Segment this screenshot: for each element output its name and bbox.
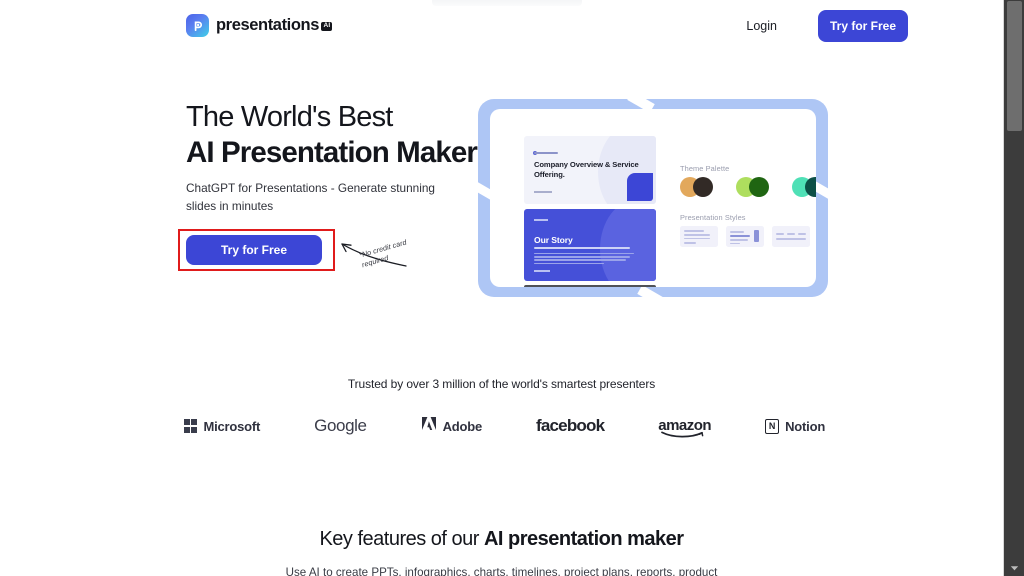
brand-google: Google: [314, 416, 367, 436]
brand-microsoft: Microsoft: [183, 418, 261, 434]
preview-slide-our-story: Our Story: [524, 209, 656, 281]
page-root: presentations AI Login Try for Free The W…: [0, 0, 1024, 576]
brand-adobe-label: Adobe: [442, 418, 483, 434]
slide1-tag-line: [534, 152, 558, 154]
microsoft-grid-icon: [183, 419, 198, 433]
hero-title-line2: AI Presentation Maker: [186, 136, 478, 169]
brand-notion-label: Notion: [785, 418, 826, 434]
theme-palette-swatches: [680, 177, 816, 197]
palette-pair-orange: [680, 177, 718, 197]
page-scrollbar[interactable]: [1003, 0, 1024, 576]
slide2-title: Our Story: [534, 235, 573, 245]
no-credit-card-note: *No credit card required: [358, 237, 408, 270]
scrollbar-down-arrow-icon[interactable]: [1010, 565, 1019, 571]
brand-logo-word: presentations: [216, 16, 319, 34]
slide1-footer-line: [534, 191, 552, 193]
brand-logo-row: Microsoft Google Adobe facebook amazon N…: [0, 416, 1003, 438]
brand-logo-text: presentations AI: [216, 16, 333, 35]
presentation-style-thumbnails: [680, 226, 810, 247]
facebook-wordmark-icon: facebook: [536, 416, 605, 435]
scrollbar-thumb[interactable]: [1007, 1, 1022, 131]
key-features-title: Key features of our AI presentation make…: [0, 528, 1003, 551]
brand-ai-badge: AI: [321, 21, 333, 31]
site-header: presentations AI Login Try for Free: [0, 0, 1003, 52]
brand-microsoft-label: Microsoft: [203, 418, 261, 434]
hero-subtitle: ChatGPT for Presentations - Generate stu…: [186, 181, 435, 214]
hero-title-line1: The World's Best: [186, 101, 393, 133]
brand-notion: N Notion: [765, 418, 826, 434]
google-wordmark-icon: Google: [314, 416, 367, 435]
hero-preview-frame: Company Overview & Service Offering. Our…: [478, 99, 828, 297]
theme-palette-label: Theme Palette: [680, 164, 730, 173]
slide2-lead-line: [534, 247, 630, 249]
key-features-title-strong: AI presentation maker: [483, 528, 684, 550]
slide2-tag-line: [534, 219, 548, 221]
brand-adobe: Adobe: [421, 416, 482, 436]
presentation-styles-label: Presentation Styles: [680, 213, 746, 222]
brand-amazon: amazon: [658, 417, 712, 438]
preview-slide-company-overview: Company Overview & Service Offering.: [524, 136, 656, 204]
slide2-footer-line: [534, 270, 550, 272]
adobe-a-icon: [421, 416, 437, 436]
nav-try-for-free-button[interactable]: Try for Free: [818, 10, 908, 42]
amazon-swoosh-icon: [661, 431, 704, 438]
trusted-headline: Trusted by over 3 million of the world's…: [347, 377, 656, 391]
browser-viewport: presentations AI Login Try for Free The W…: [0, 0, 1003, 576]
brand-logo[interactable]: presentations AI: [186, 14, 333, 37]
slide2-blob-shape: [600, 209, 656, 281]
style-thumbnail-3: [772, 226, 810, 247]
amazon-wordmark-icon: amazon: [658, 417, 712, 438]
palette-pair-teal: [792, 177, 816, 197]
slide1-title: Company Overview & Service Offering.: [534, 160, 639, 180]
notion-n-icon: N: [765, 418, 780, 434]
preview-slide-partial: [524, 285, 656, 287]
hero-preview-card: Company Overview & Service Offering. Our…: [490, 109, 816, 287]
slide2-body-lines: [534, 253, 634, 266]
key-features-title-plain: Key features of our: [319, 528, 484, 550]
style-thumbnail-1: [680, 226, 718, 247]
brand-facebook: facebook: [536, 416, 605, 436]
hero-try-for-free-button[interactable]: Try for Free: [186, 235, 322, 265]
key-features-subtitle: Use AI to create PPTs, infographics, cha…: [285, 566, 718, 576]
palette-pair-green: [736, 177, 774, 197]
style-thumbnail-2: [726, 226, 764, 247]
p-gradient-logo-icon: [186, 14, 209, 37]
nav-login-link[interactable]: Login: [746, 19, 777, 33]
